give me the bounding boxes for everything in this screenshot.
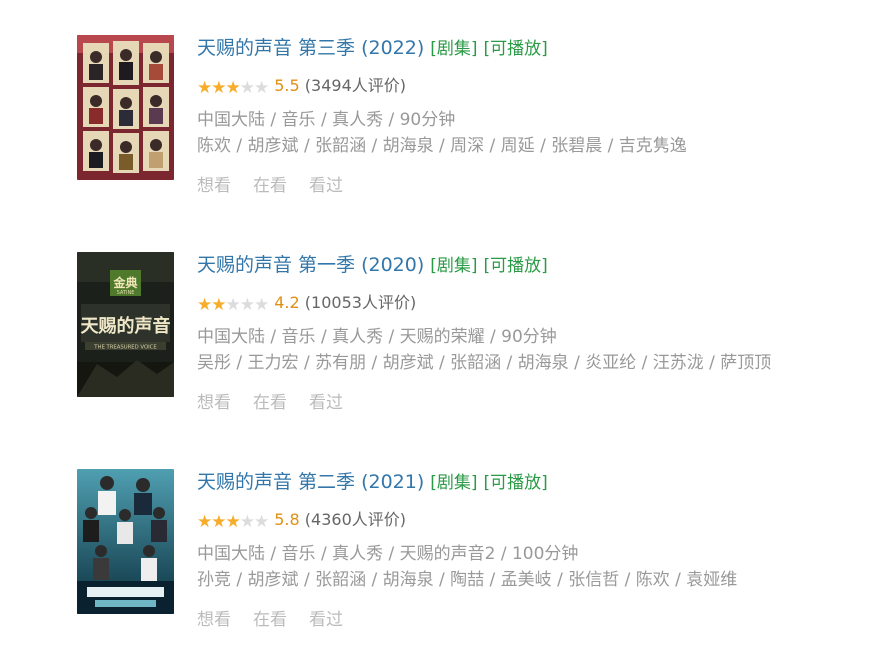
poster-image[interactable]: [77, 35, 174, 180]
rating-stars: ★★★★★: [197, 78, 269, 98]
tag-playable[interactable]: [可播放]: [484, 256, 548, 276]
star-icon: ★: [239, 512, 255, 532]
cast-list: 孙竞 / 胡彦斌 / 张韶涵 / 胡海泉 / 陶喆 / 孟美岐 / 张信哲 / …: [197, 570, 738, 590]
collect-actions: 想看 在看 看过: [197, 388, 837, 413]
rating: ★★★★★ 5.5 (3494人评价): [197, 76, 837, 98]
star-icon: ★: [211, 78, 226, 98]
meta-info: 中国大陆 / 音乐 / 真人秀 / 天赐的荣耀 / 90分钟: [197, 327, 557, 347]
watched-button[interactable]: 看过: [309, 176, 343, 196]
rating-votes[interactable]: (4360人评价): [305, 510, 406, 529]
rating: ★★★★★ 4.2 (10053人评价): [197, 293, 837, 315]
rating-votes[interactable]: (3494人评价): [305, 76, 406, 95]
title-line: 天赐的声音 第一季 (2020) [剧集] [可播放]: [197, 252, 837, 278]
star-icon: ★: [211, 295, 226, 315]
tag-series[interactable]: [剧集]: [430, 39, 477, 59]
rating: ★★★★★ 5.8 (4360人评价): [197, 510, 837, 532]
star-icon: ★: [254, 295, 269, 315]
watching-button[interactable]: 在看: [253, 176, 287, 196]
meta-info: 中国大陆 / 音乐 / 真人秀 / 天赐的声音2 / 100分钟: [197, 544, 579, 564]
star-icon: ★: [239, 295, 255, 315]
watched-button[interactable]: 看过: [309, 393, 343, 413]
title-line: 天赐的声音 第三季 (2022) [剧集] [可播放]: [197, 35, 837, 61]
want-to-watch-button[interactable]: 想看: [197, 610, 231, 630]
rating-score: 4.2: [274, 293, 300, 312]
star-icon: ★: [197, 512, 212, 532]
cast-list: 陈欢 / 胡彦斌 / 张韶涵 / 胡海泉 / 周深 / 周延 / 张碧晨 / 吉…: [197, 136, 687, 156]
title-line: 天赐的声音 第二季 (2021) [剧集] [可播放]: [197, 469, 837, 495]
star-icon: ★: [225, 78, 241, 98]
collect-actions: 想看 在看 看过: [197, 171, 837, 196]
star-icon: ★: [239, 78, 255, 98]
tag-series[interactable]: [剧集]: [430, 473, 477, 493]
star-icon: ★: [254, 78, 269, 98]
meta-info: 中国大陆 / 音乐 / 真人秀 / 90分钟: [197, 110, 456, 130]
watched-button[interactable]: 看过: [309, 610, 343, 630]
poster-image[interactable]: [77, 469, 174, 614]
star-icon: ★: [211, 512, 226, 532]
star-icon: ★: [225, 295, 241, 315]
tag-playable[interactable]: [可播放]: [484, 39, 548, 59]
tag-series[interactable]: [剧集]: [430, 256, 477, 276]
title-link[interactable]: 天赐的声音 第三季 (2022): [197, 37, 424, 59]
rating-score: 5.8: [274, 510, 300, 529]
result-list: 天赐的声音 第三季 (2022) [剧集] [可播放] ★★★★★ 5.5 (3494…: [0, 0, 878, 666]
want-to-watch-button[interactable]: 想看: [197, 393, 231, 413]
watching-button[interactable]: 在看: [253, 610, 287, 630]
title-link[interactable]: 天赐的声音 第二季 (2021): [197, 471, 424, 493]
rating-stars: ★★★★★: [197, 295, 269, 315]
poster-badge: 金典: [112, 275, 137, 290]
star-icon: ★: [197, 295, 212, 315]
star-icon: ★: [197, 78, 212, 98]
star-icon: ★: [225, 512, 241, 532]
title-link[interactable]: 天赐的声音 第一季 (2020): [197, 254, 424, 276]
star-icon: ★: [254, 512, 269, 532]
poster-image[interactable]: 金典 SATINE 天赐的声音 THE TREASURED VOICE: [77, 252, 174, 397]
want-to-watch-button[interactable]: 想看: [197, 176, 231, 196]
collect-actions: 想看 在看 看过: [197, 605, 837, 630]
poster-badge-sub: SATINE: [117, 290, 135, 296]
poster-subtitle: THE TREASURED VOICE: [93, 345, 157, 351]
cast-list: 吴彤 / 王力宏 / 苏有朋 / 胡彦斌 / 张韶涵 / 胡海泉 / 炎亚纶 /…: [197, 353, 772, 373]
rating-stars: ★★★★★: [197, 512, 269, 532]
poster-title: 天赐的声音: [81, 315, 171, 337]
rating-score: 5.5: [274, 76, 300, 95]
list-item: 天赐的声音 第三季 (2022) [剧集] [可播放] ★★★★★ 5.5 (3494…: [77, 35, 857, 215]
list-item: 天赐的声音 第二季 (2021) [剧集] [可播放] ★★★★★ 5.8 (4360…: [77, 469, 857, 649]
list-item: 金典 SATINE 天赐的声音 THE TREASURED VOICE 天赐的声…: [77, 252, 857, 432]
rating-votes[interactable]: (10053人评价): [305, 293, 416, 312]
watching-button[interactable]: 在看: [253, 393, 287, 413]
tag-playable[interactable]: [可播放]: [484, 473, 548, 493]
